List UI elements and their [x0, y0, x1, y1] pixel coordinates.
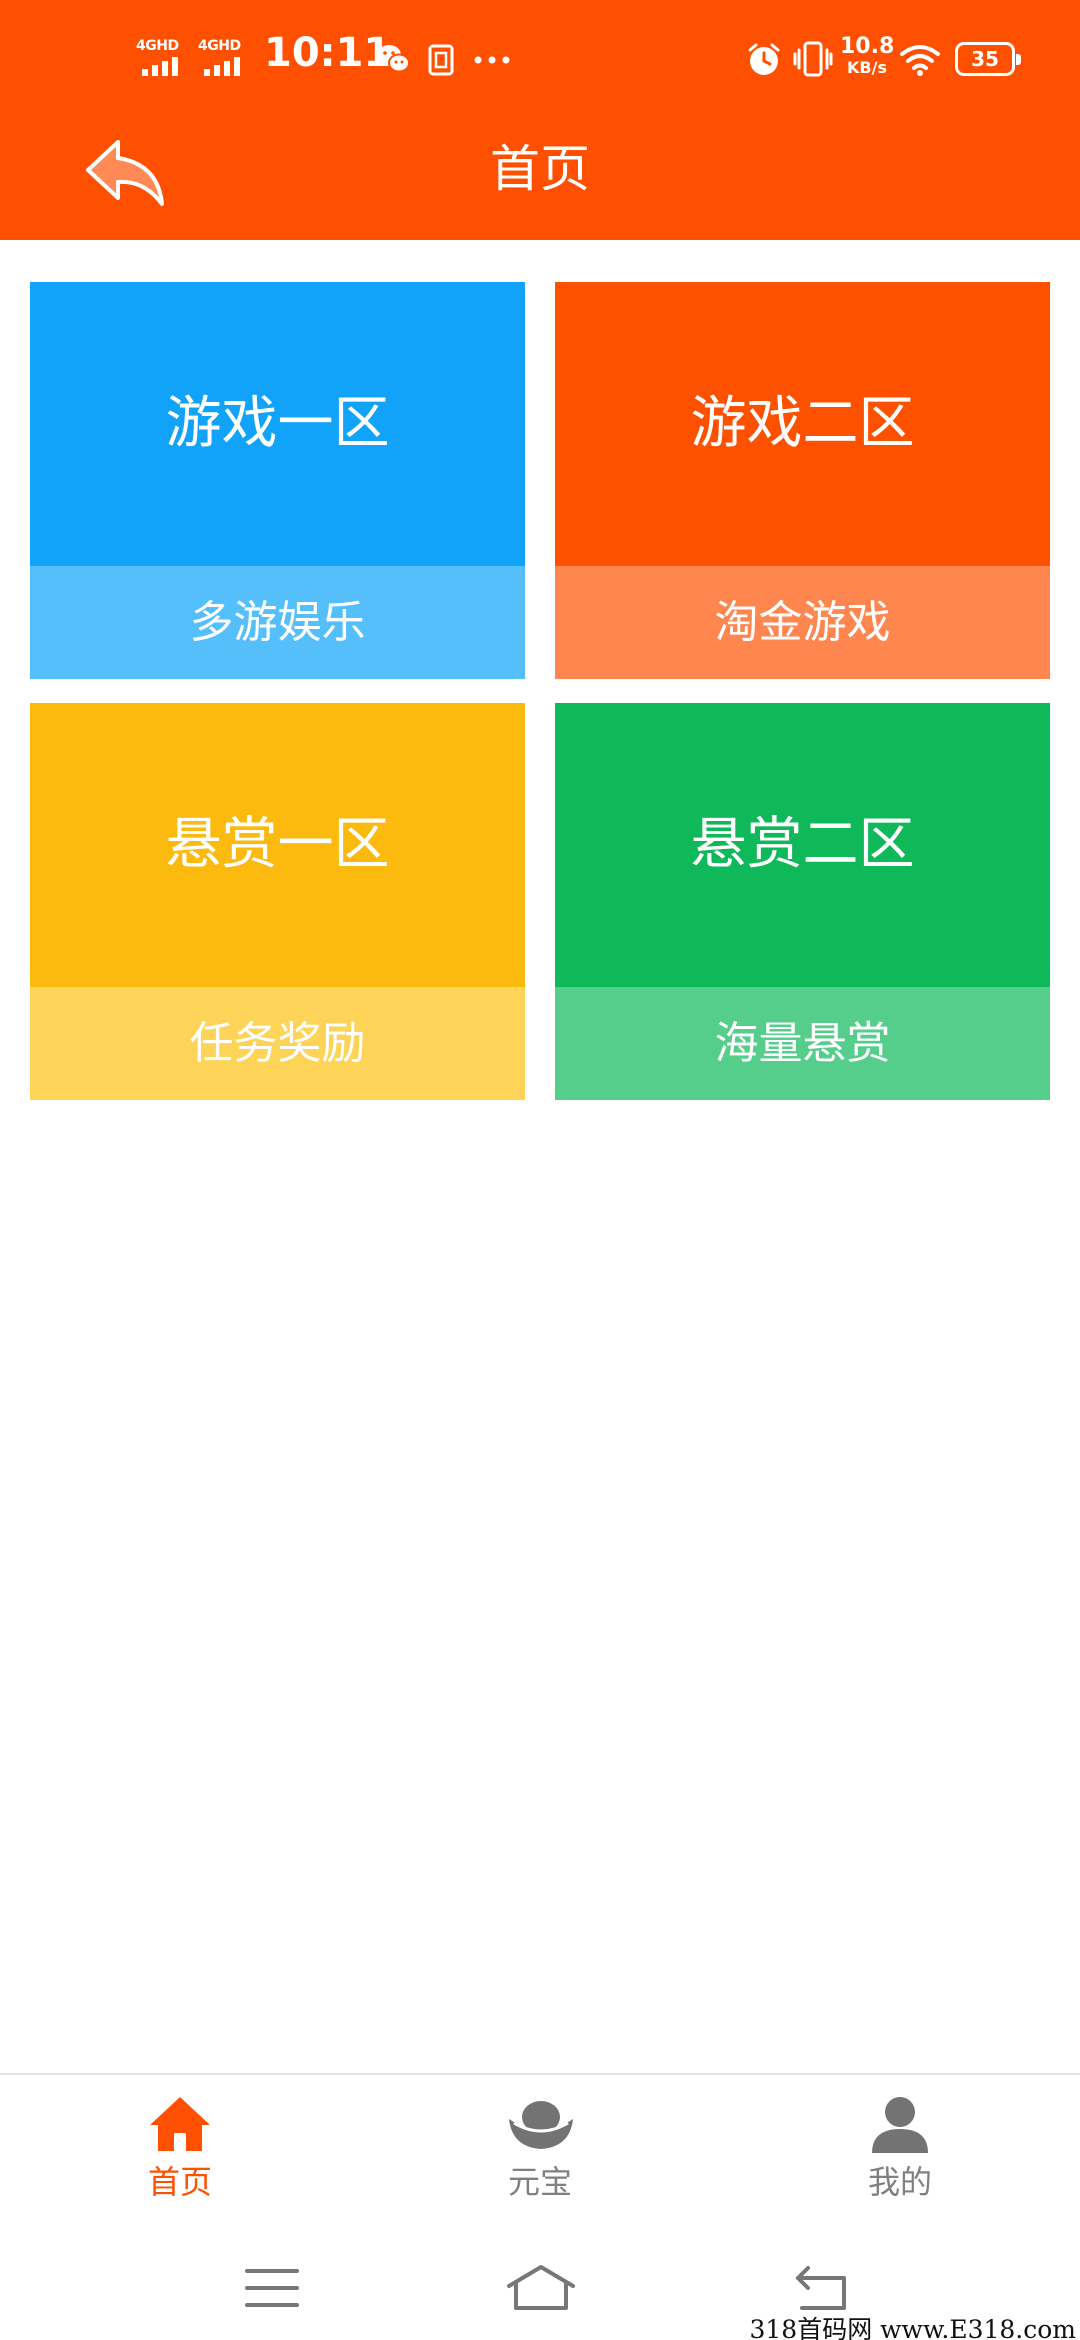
nav-item-home[interactable]: 首页	[60, 2075, 300, 2240]
signal-bars-icon	[142, 56, 186, 76]
tile-subtitle: 海量悬赏	[555, 987, 1050, 1100]
tile-title: 悬赏一区	[30, 703, 525, 987]
page-title: 首页	[490, 140, 590, 198]
wechat-icon	[377, 45, 410, 73]
app-screen: 4GHD 4GHD 10:11 10.8 KB/s 35 首页 游戏一区 多游娱…	[0, 0, 1080, 2340]
signal-strength-1: 4GHD	[136, 38, 192, 80]
nav-item-mine[interactable]: 我的	[780, 2075, 1020, 2240]
watermark: 318首码网 www.E318.com	[749, 2315, 1076, 2340]
tile-reward-zone-1[interactable]: 悬赏一区 任务奖励	[30, 703, 525, 1100]
network-speed: 10.8 KB/s	[840, 36, 894, 76]
bottom-nav: 首页 元宝 我的	[0, 2073, 1080, 2238]
nav-item-yuanbao[interactable]: 元宝	[420, 2075, 660, 2240]
vibrate-icon	[793, 41, 833, 77]
ingot-icon	[509, 2101, 573, 2149]
menu-icon[interactable]	[244, 2266, 300, 2310]
top-bar: 4GHD 4GHD 10:11 10.8 KB/s 35 首页	[0, 0, 1080, 240]
network-type-label: 4GHD	[198, 38, 241, 54]
tile-game-zone-1[interactable]: 游戏一区 多游娱乐	[30, 282, 525, 679]
tile-title: 游戏一区	[30, 282, 525, 566]
tile-subtitle: 任务奖励	[30, 987, 525, 1100]
battery-icon: 35	[955, 42, 1021, 76]
user-icon	[872, 2097, 928, 2153]
tile-reward-zone-2[interactable]: 悬赏二区 海量悬赏	[555, 703, 1050, 1100]
alarm-icon	[748, 43, 780, 75]
network-speed-unit: KB/s	[847, 58, 887, 77]
signal-strength-2: 4GHD	[198, 38, 254, 80]
home-outline-icon[interactable]	[506, 2264, 576, 2312]
wifi-icon	[900, 45, 940, 76]
status-bar: 4GHD 4GHD 10:11 10.8 KB/s 35	[0, 0, 1080, 120]
tile-title: 悬赏二区	[555, 703, 1050, 987]
status-time: 10:11	[264, 30, 392, 76]
network-type-label: 4GHD	[136, 38, 179, 54]
back-icon[interactable]	[794, 2264, 854, 2312]
nav-item-label: 元宝	[507, 2163, 572, 2201]
tile-game-zone-2[interactable]: 游戏二区 淘金游戏	[555, 282, 1050, 679]
more-dots-icon	[474, 56, 510, 64]
tile-subtitle: 多游娱乐	[30, 566, 525, 679]
sim-card-icon	[428, 44, 454, 76]
tile-subtitle: 淘金游戏	[555, 566, 1050, 679]
network-speed-value: 10.8	[840, 34, 895, 59]
tile-title: 游戏二区	[555, 282, 1050, 566]
home-icon	[150, 2097, 210, 2151]
nav-item-label: 我的	[867, 2163, 932, 2201]
signal-bars-icon	[204, 56, 248, 76]
nav-item-label: 首页	[147, 2163, 212, 2201]
